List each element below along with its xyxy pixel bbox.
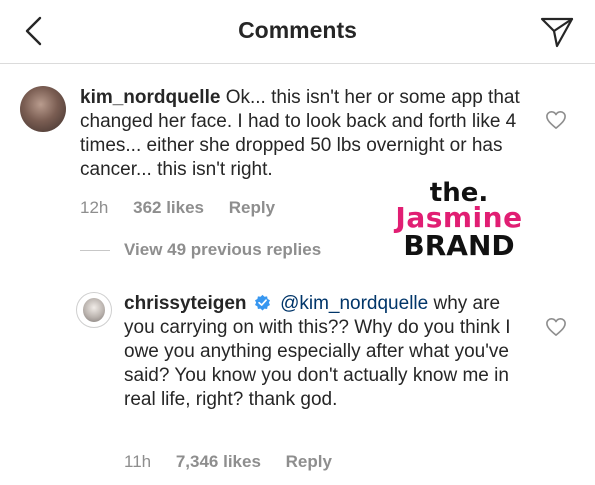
comment-meta: 11h 7,346 likes Reply bbox=[124, 452, 352, 472]
comment-time: 12h bbox=[80, 198, 109, 217]
divider-line bbox=[80, 250, 110, 252]
view-replies-label: View 49 previous replies bbox=[124, 240, 322, 259]
watermark-line-3: BRAND bbox=[403, 229, 515, 262]
reply-button[interactable]: Reply bbox=[229, 198, 275, 217]
reply-button[interactable]: Reply bbox=[286, 452, 332, 471]
brand-watermark: the. Jasmine BRAND bbox=[388, 180, 530, 264]
comment-text: kim_nordquelle Ok... this isn't her or s… bbox=[80, 86, 540, 182]
avatar[interactable] bbox=[20, 86, 66, 132]
verified-badge-icon bbox=[254, 294, 270, 311]
heart-icon[interactable] bbox=[545, 110, 567, 130]
comment-username[interactable]: chrissyteigen bbox=[124, 293, 247, 314]
view-previous-replies[interactable]: View 49 previous replies bbox=[80, 240, 321, 260]
avatar[interactable] bbox=[76, 292, 112, 328]
page-title: Comments bbox=[238, 17, 357, 43]
comment-username[interactable]: kim_nordquelle bbox=[80, 87, 220, 108]
watermark-line-2: Jasmine bbox=[395, 201, 523, 234]
heart-icon[interactable] bbox=[545, 317, 567, 337]
header-bar: Comments bbox=[0, 0, 595, 64]
comment-text: chrissyteigen @kim_nordquelle why are yo… bbox=[124, 292, 529, 412]
mention-link[interactable]: @kim_nordquelle bbox=[280, 293, 428, 314]
comment-likes[interactable]: 7,346 likes bbox=[176, 452, 261, 471]
comment-meta: 12h 362 likes Reply bbox=[80, 198, 295, 218]
comment-likes[interactable]: 362 likes bbox=[133, 198, 204, 217]
avatar-photo bbox=[83, 298, 105, 322]
paper-plane-icon[interactable] bbox=[539, 14, 575, 50]
comment-time: 11h bbox=[124, 452, 152, 471]
